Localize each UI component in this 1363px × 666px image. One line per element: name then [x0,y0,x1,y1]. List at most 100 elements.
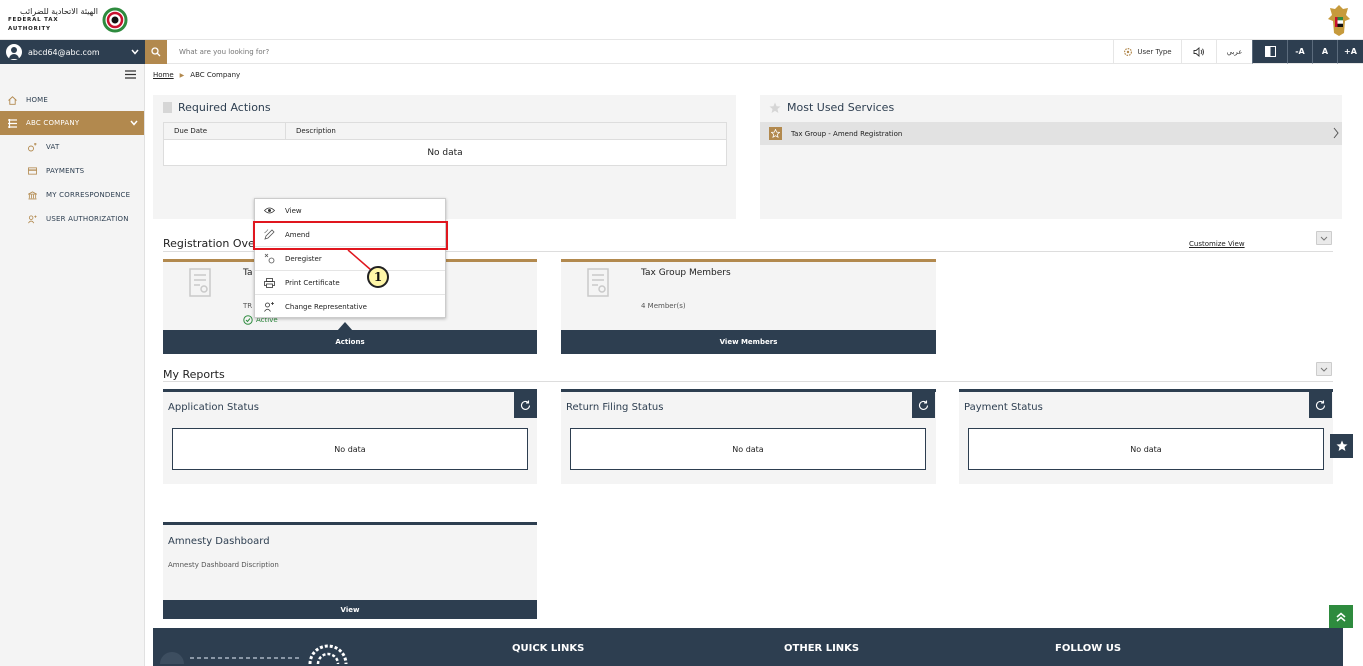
top-header [0,0,1363,40]
star-icon [769,102,781,113]
check-circle-icon [243,315,253,325]
sidebar-item-my-correspondence[interactable]: MY CORRESPONDENCE [0,183,144,207]
required-actions-empty: No data [163,139,727,166]
report-empty: No data [968,428,1324,470]
search-button[interactable] [145,40,167,64]
arabic-language-label: عربي [1226,47,1243,56]
payments-icon [28,167,37,176]
language-toggle[interactable]: عربي [1216,40,1252,64]
speaker-icon [1193,46,1204,57]
change-user-icon [264,302,274,312]
amnesty-view-button[interactable]: View [163,600,537,619]
service-item-tax-group-amend[interactable]: Tax Group - Amend Registration [760,122,1342,145]
refresh-button[interactable] [912,392,935,418]
menu-item-change-representative[interactable]: Change Representative [255,295,445,319]
search-icon [151,47,161,57]
most-used-services-panel: Most Used Services [760,95,1342,219]
sidebar-item-label: MY CORRESPONDENCE [46,191,131,199]
star-icon [1336,440,1347,451]
menu-item-print-certificate[interactable]: Print Certificate [255,271,445,295]
sidebar-item-payments[interactable]: PAYMENTS [0,159,144,183]
footer-follow-us[interactable]: FOLLOW US [1055,643,1121,654]
font-decrease-button[interactable]: -A [1287,40,1312,64]
sidebar-item-label: PAYMENTS [46,167,85,175]
contrast-icon [1264,46,1276,57]
report-card-return-filing-status: Return Filing Status No data [561,389,936,484]
caret-up-icon [337,322,353,331]
eye-icon [264,207,275,214]
hamburger-menu-icon[interactable] [125,70,136,79]
text-to-speech-button[interactable] [1181,40,1216,64]
chevron-down-icon [1320,367,1328,372]
fta-emblem-icon [102,7,128,33]
refresh-icon [1316,400,1326,410]
user-key-icon [28,214,37,224]
required-actions-table: Due Date Description No data [163,122,727,166]
search-input[interactable] [167,40,1113,64]
chevron-right-icon[interactable] [1333,127,1339,139]
breadcrumb-current: ABC Company [190,71,241,79]
column-header-description: Description [285,122,727,140]
menu-item-label: View [285,206,302,215]
sidebar-item-user-authorization[interactable]: USER AUTHORIZATION [0,207,144,231]
chevron-down-icon [131,49,139,55]
footer-quick-links[interactable]: QUICK LINKS [512,643,584,654]
favorites-button[interactable] [1330,434,1353,458]
report-empty: No data [570,428,926,470]
sidebar-item-label: USER AUTHORIZATION [46,215,129,223]
scroll-to-top-button[interactable] [1329,605,1353,628]
report-card-application-status: Application Status No data [163,389,537,484]
sidebar-item-home[interactable]: HOME [0,88,144,112]
user-email: abcd64@abc.com [28,47,100,57]
customize-view-link[interactable]: Customize View [1189,240,1245,248]
members-count: 4 Member(s) [641,302,686,310]
callout-pointer-line [347,249,372,271]
refresh-button[interactable] [1309,392,1332,418]
tax-group-members-title: Tax Group Members [641,268,731,278]
breadcrumb: Home ▶ ABC Company [153,71,240,79]
sidebar-item-vat[interactable]: VAT [0,135,144,159]
service-item-label: Tax Group - Amend Registration [791,129,903,138]
grid-icon [8,118,17,128]
document-icon [163,102,172,113]
collapse-registration-button[interactable] [1316,231,1332,245]
amnesty-description: Amnesty Dashboard Discription [168,561,279,569]
step-callout-badge: 1 [367,266,389,288]
vat-icon [28,142,37,152]
report-title: Payment Status [964,402,1043,413]
font-increase-button[interactable]: +A [1337,40,1363,64]
user-type-button[interactable]: User Type [1113,40,1181,64]
amnesty-title: Amnesty Dashboard [168,536,270,547]
sidebar-item-abc-company[interactable]: ABC COMPANY [0,111,144,135]
most-used-services-title: Most Used Services [787,101,895,114]
uae-emblem-icon [1328,5,1350,36]
menu-item-label: Change Representative [285,303,367,311]
breadcrumb-arrow-icon: ▶ [179,71,185,79]
view-members-button[interactable]: View Members [561,330,936,354]
report-title: Return Filing Status [566,402,664,413]
fta-logo[interactable]: الهيئة الاتحادية للضرائب FEDERAL TAX AUT… [8,6,132,34]
user-account-dropdown[interactable]: abcd64@abc.com [0,40,145,64]
collapse-reports-button[interactable] [1316,362,1332,376]
refresh-icon [919,400,929,410]
refresh-button[interactable] [514,392,537,418]
menu-item-label: Print Certificate [285,278,340,287]
menu-item-view[interactable]: View [255,199,445,223]
bank-icon [28,190,37,200]
footer-other-links[interactable]: OTHER LINKS [784,643,859,654]
font-normal-button[interactable]: A [1312,40,1337,64]
required-actions-title: Required Actions [178,101,271,114]
required-actions-header: Required Actions [163,101,271,114]
contrast-toggle-button[interactable] [1252,40,1287,64]
home-icon [8,95,17,105]
certificate-icon [587,268,609,297]
sidebar-item-label: ABC COMPANY [26,119,80,127]
most-used-services-header: Most Used Services [769,101,894,114]
breadcrumb-home-link[interactable]: Home [153,71,174,79]
actions-button[interactable]: Actions [163,330,537,354]
my-reports-title: My Reports [163,368,225,381]
amend-highlight-box [253,221,448,250]
column-header-due-date: Due Date [163,122,286,140]
deregister-icon [264,253,275,264]
chevron-down-icon [130,120,138,126]
